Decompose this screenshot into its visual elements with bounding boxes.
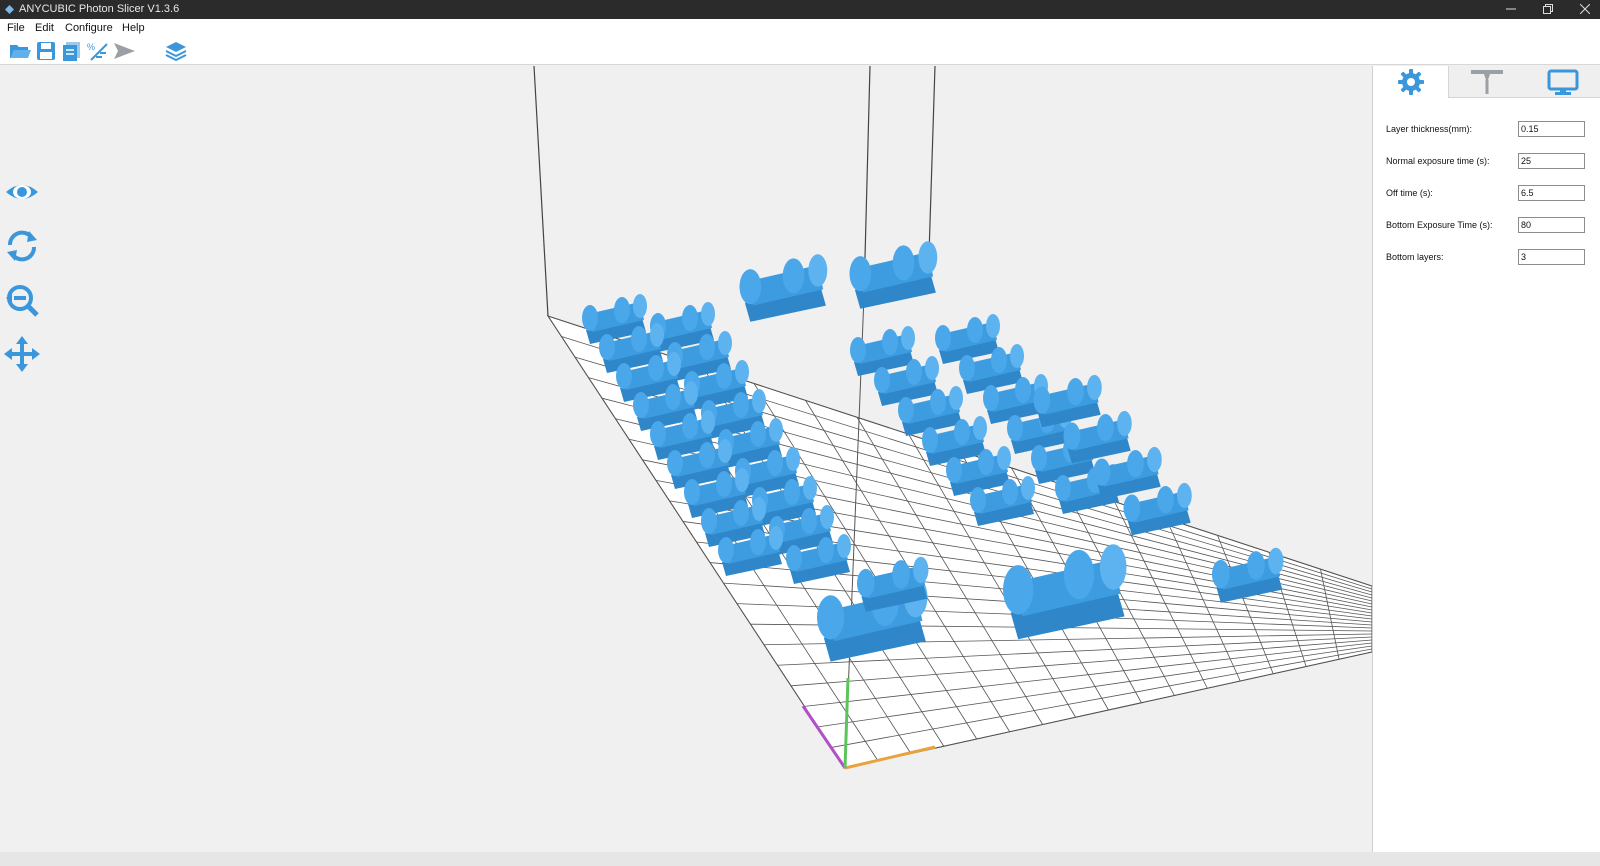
normal-exposure-input[interactable] bbox=[1518, 153, 1585, 169]
eye-icon[interactable] bbox=[4, 174, 40, 210]
send-icon[interactable] bbox=[112, 40, 136, 62]
minimize-icon bbox=[1506, 8, 1516, 10]
status-bar bbox=[0, 852, 1600, 866]
bottom-layers-label: Bottom layers: bbox=[1386, 252, 1444, 262]
title-bar: ANYCUBIC Photon Slicer V1.3.6 bbox=[0, 0, 1600, 19]
tab-print-settings[interactable] bbox=[1373, 66, 1449, 98]
layers-icon[interactable] bbox=[164, 40, 188, 62]
open-folder-icon[interactable] bbox=[8, 40, 32, 62]
gear-icon bbox=[1398, 69, 1424, 95]
layer-thickness-label: Layer thickness(mm): bbox=[1386, 124, 1473, 134]
menu-file[interactable]: File bbox=[7, 22, 25, 34]
svg-text:%: % bbox=[87, 42, 95, 52]
scale-icon[interactable]: % bbox=[86, 40, 110, 62]
app-icon bbox=[5, 5, 14, 14]
model-part[interactable] bbox=[739, 254, 828, 322]
move-icon[interactable] bbox=[4, 336, 40, 372]
build-plate-scene[interactable] bbox=[0, 66, 1372, 852]
copy-icon[interactable] bbox=[60, 40, 84, 62]
menu-configure[interactable]: Configure bbox=[65, 22, 113, 34]
tab-supports[interactable] bbox=[1449, 66, 1525, 98]
close-button[interactable] bbox=[1562, 0, 1600, 19]
window-title: ANYCUBIC Photon Slicer V1.3.6 bbox=[19, 3, 180, 15]
save-icon[interactable] bbox=[34, 40, 58, 62]
normal-exposure-label: Normal exposure time (s): bbox=[1386, 156, 1490, 166]
panel-tabs bbox=[1373, 66, 1600, 98]
volume-edge-left bbox=[533, 66, 549, 317]
layer-thickness-input[interactable] bbox=[1518, 121, 1585, 137]
tab-machine[interactable] bbox=[1525, 66, 1600, 98]
zoom-out-icon[interactable] bbox=[4, 282, 40, 318]
model-part[interactable] bbox=[849, 241, 938, 309]
monitor-icon bbox=[1547, 69, 1579, 95]
menu-edit[interactable]: Edit bbox=[35, 22, 54, 34]
bottom-exposure-input[interactable] bbox=[1518, 217, 1585, 233]
menu-help[interactable]: Help bbox=[122, 22, 145, 34]
close-icon bbox=[1579, 3, 1591, 15]
off-time-input[interactable] bbox=[1518, 185, 1585, 201]
toolbar: % bbox=[0, 37, 1600, 65]
off-time-label: Off time (s): bbox=[1386, 188, 1433, 198]
bottom-layers-input[interactable] bbox=[1518, 249, 1585, 265]
settings-panel: Layer thickness(mm): Normal exposure tim… bbox=[1372, 66, 1600, 852]
menu-bar: File Edit Configure Help bbox=[0, 19, 1600, 37]
restore-icon bbox=[1543, 4, 1553, 14]
rotate-icon[interactable] bbox=[4, 228, 40, 264]
bottom-exposure-label: Bottom Exposure Time (s): bbox=[1386, 220, 1493, 230]
support-icon bbox=[1471, 70, 1503, 94]
viewport-3d[interactable] bbox=[0, 66, 1372, 852]
